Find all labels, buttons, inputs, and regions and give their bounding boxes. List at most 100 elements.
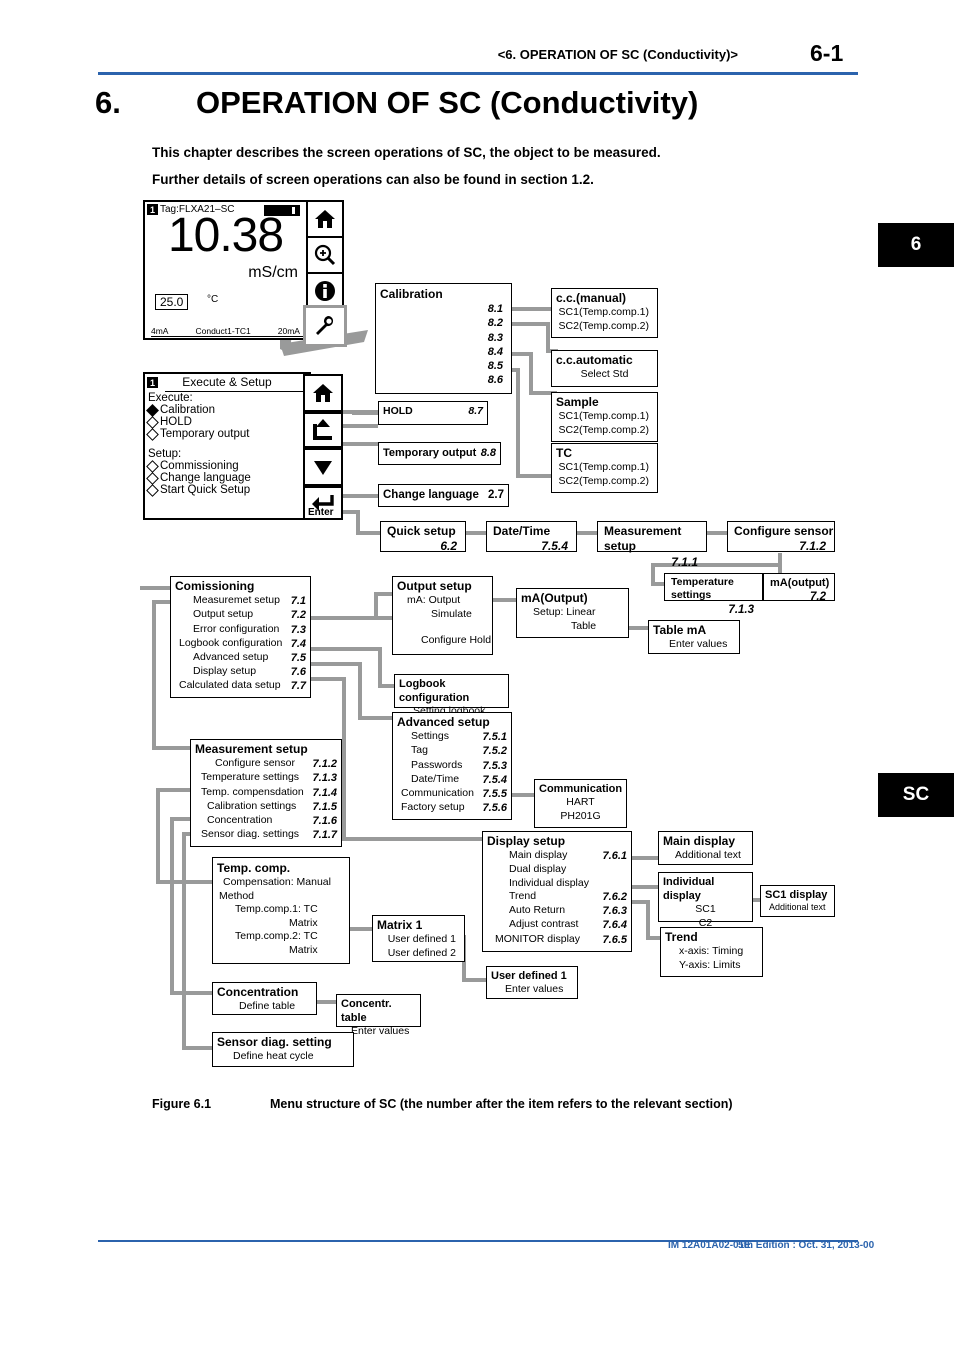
box-measurement-setup-top[interactable]: Measurement setup 7.1.1 — [597, 521, 707, 569]
box-temporary-output[interactable]: Temporary output 8.8 — [378, 442, 501, 465]
box-user-defined1-title: User defined 1 — [491, 970, 567, 982]
box-hold-title: HOLD — [383, 405, 413, 417]
box-commissioning-title: Comissioning — [175, 579, 255, 593]
device-menu-screen[interactable]: 1 Execute & Setup Execute: Calibration H… — [143, 372, 311, 520]
box-main-display[interactable]: Main display Additional text — [658, 831, 753, 865]
commissioning-row-label: Measuremet setup — [193, 594, 280, 607]
box-sensor-diag-setting[interactable]: Sensor diag. setting Define heat cycle — [212, 1032, 354, 1067]
box-calibration[interactable]: Calibration 8.1 8.2 8.3 8.4 8.5 8.6 — [375, 283, 512, 394]
line-commissioning-h — [140, 586, 170, 590]
box-configure-sensor[interactable]: Configure sensor 7.1.2 — [727, 521, 835, 553]
box-ma-output-right-section: 7.2 — [810, 591, 826, 604]
display-setup-row-section: 7.6.4 — [602, 919, 627, 932]
menu-item-label: Change language — [160, 472, 251, 484]
line-outputsetup-maoutput — [492, 598, 516, 602]
wrench-icon[interactable] — [303, 305, 347, 347]
display-setup-row-section: 7.6.3 — [602, 905, 627, 918]
menu-item-change-language[interactable]: Change language — [145, 471, 309, 485]
menu-item-temporary-output[interactable]: Temporary output — [145, 427, 309, 441]
box-ma-output[interactable]: mA(Output) Setup: Linear Table — [516, 588, 629, 638]
advanced-setup-row-label: Settings — [411, 730, 449, 743]
channel-badge: 1 — [147, 377, 158, 388]
main-screen-key-column — [303, 200, 350, 347]
box-temp-comp-row-2: Method — [219, 889, 255, 902]
box-matrix1[interactable]: Matrix 1 User defined 1 User defined 2 — [372, 915, 465, 962]
temperature-value: 25.0 — [155, 294, 189, 310]
box-trend[interactable]: Trend x-axis: Timing Y-axis: Limits — [660, 927, 763, 977]
box-change-language-title: Change language — [383, 489, 479, 501]
display-setup-row-label: Trend — [509, 890, 537, 903]
menu-item-commissioning[interactable]: Commissioning — [145, 459, 309, 473]
box-hold[interactable]: HOLD 8.7 — [378, 401, 488, 425]
box-output-setup[interactable]: Output setup mA: Output Simulate Configu… — [392, 576, 493, 655]
measurement-setup-row-label: Calibration settings — [207, 799, 297, 812]
box-ma-output-right[interactable]: mA(output) 7.2 — [763, 573, 835, 603]
box-communication-row-1: HART — [566, 796, 595, 809]
box-trend-title: Trend — [665, 930, 698, 944]
box-cc-automatic-title: c.c.automatic — [556, 353, 633, 367]
box-matrix1-row-1: User defined 1 — [387, 933, 456, 946]
commissioning-row-section: 7.4 — [290, 637, 306, 650]
commissioning-row: Calculated data setup 7.7 — [171, 679, 310, 693]
box-display-setup-title: Display setup — [487, 834, 566, 848]
box-date-time[interactable]: Date/Time 7.5.4 — [486, 521, 577, 553]
unselected-diamond-icon — [146, 427, 159, 441]
menu-item-label: Calibration — [160, 404, 215, 416]
box-cc-manual[interactable]: c.c.(manual) SC1(Temp.comp.1) SC2(Temp.c… — [551, 288, 658, 339]
box-advanced-setup[interactable]: Advanced setup Settings 7.5.1 Tag 7.5.2 Pa… — [392, 712, 512, 820]
box-cc-automatic[interactable]: c.c.automatic Select Std — [551, 350, 658, 387]
box-measurement-setup[interactable]: Measurement setup Configure sensor 7.1.2 … — [190, 739, 342, 847]
menu-item-hold[interactable]: HOLD — [145, 415, 309, 429]
box-table-ma[interactable]: Table mA Enter values — [648, 620, 740, 654]
unselected-diamond-icon — [146, 471, 159, 485]
box-communication[interactable]: Communication HART PH201G — [534, 779, 627, 828]
measured-value: 10.38 — [167, 209, 284, 262]
box-user-defined1[interactable]: User defined 1 Enter values — [486, 966, 578, 999]
commissioning-row: Output setup 7.2 — [171, 608, 310, 622]
box-logbook-configuration[interactable]: Logbook configuration Setting logbook — [394, 674, 509, 717]
advanced-setup-row-label: Date/Time — [411, 772, 460, 785]
box-output-setup-row-1: mA: Output — [407, 594, 461, 607]
box-individual-display[interactable]: Individual display SC1 C2 — [658, 872, 753, 929]
box-matrix1-row-2: User defined 2 — [387, 946, 456, 959]
commissioning-row: Advanced setup 7.5 — [171, 651, 310, 665]
menu-item-start-quick-setup[interactable]: Start Quick Setup — [145, 483, 309, 497]
menu-structure-diagram: Calibration 8.1 8.2 8.3 8.4 8.5 8.6 HOLD… — [0, 0, 954, 1350]
line-msetup-h2 — [152, 746, 190, 750]
menu-item-calibration[interactable]: Calibration — [145, 403, 309, 417]
measurement-setup-row-section: 7.1.7 — [312, 828, 337, 841]
up-return-icon[interactable] — [303, 412, 343, 448]
box-tc-row-2: SC2(Temp.comp.2) — [558, 474, 649, 487]
measurement-setup-row-section: 7.1.3 — [312, 772, 337, 785]
box-tc[interactable]: TC SC1(Temp.comp.1) SC2(Temp.comp.2) — [551, 443, 658, 494]
box-table-ma-title: Table mA — [653, 623, 707, 637]
box-output-setup-title: Output setup — [397, 579, 472, 593]
home-icon[interactable] — [306, 200, 344, 238]
box-change-language[interactable]: Change language 2.7 — [378, 484, 509, 507]
box-concentr-table[interactable]: Concentr. table Enter values — [336, 994, 421, 1037]
zoom-in-icon[interactable] — [306, 236, 344, 274]
display-setup-row-section — [621, 877, 627, 890]
box-sc1-display[interactable]: SC1 display Additional text — [760, 885, 835, 917]
advanced-setup-row-section: 7.5.5 — [482, 787, 507, 800]
box-temperature-settings[interactable]: Temperature settings 7.1.3 — [664, 573, 763, 616]
box-temp-comp[interactable]: Temp. comp. Compensation: Manual Method … — [212, 857, 350, 964]
box-cc-manual-row-2: SC2(Temp.comp.2) — [558, 319, 649, 332]
box-sample[interactable]: Sample SC1(Temp.comp.1) SC2(Temp.comp.2) — [551, 392, 658, 443]
home-icon[interactable] — [303, 374, 343, 412]
box-temperature-settings-title: Temperature settings — [671, 576, 734, 602]
box-temp-comp-row-5: Temp.comp.2: TC — [235, 930, 318, 943]
box-commissioning[interactable]: Comissioning Measuremet setup 7.1 Output … — [170, 576, 311, 698]
measurement-setup-row-label: Configure sensor — [215, 757, 295, 770]
box-sample-title: Sample — [556, 395, 599, 409]
line-trend-h2 — [646, 936, 660, 940]
down-arrow-icon[interactable] — [303, 448, 343, 486]
commissioning-row-section: 7.1 — [290, 595, 306, 608]
box-concentration[interactable]: Concentration Define table — [212, 982, 317, 1015]
device-main-screen[interactable]: 1 Tag:FLXA21–SC 10.38 mS/cm 25.0 °C 4mA … — [143, 200, 308, 340]
box-quick-setup[interactable]: Quick setup 6.2 — [380, 521, 466, 553]
setup-label: Setup: — [148, 448, 182, 460]
box-display-setup[interactable]: Display setup Main display 7.6.1 Dual dis… — [482, 831, 632, 952]
commissioning-row-label: Error configuration — [193, 622, 280, 635]
line-quick-h2 — [356, 531, 380, 535]
